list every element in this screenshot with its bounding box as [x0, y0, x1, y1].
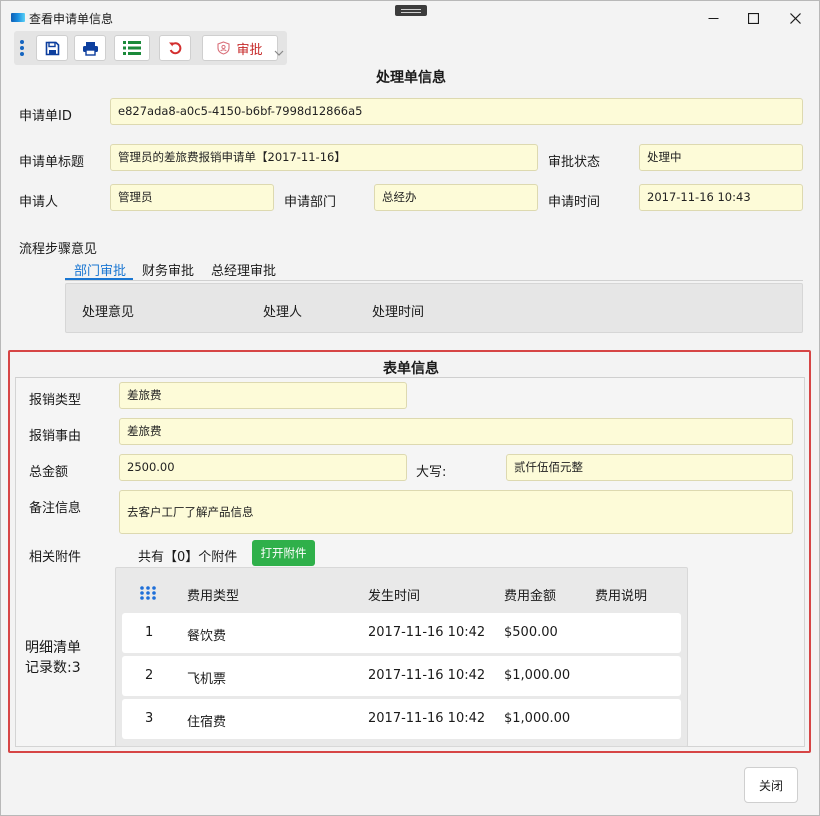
detail-list-label: 明细清单 记录数:3 — [25, 638, 81, 678]
note-label: 备注信息 — [29, 501, 82, 516]
request-id-label: 申请单ID — [19, 109, 72, 124]
request-title-field[interactable]: 管理员的差旅费报销申请单【2017-11-16】 — [110, 144, 538, 171]
status-label: 审批状态 — [548, 155, 601, 170]
row-amount: $1,000.00 — [504, 668, 571, 683]
tab-divider — [65, 280, 803, 281]
open-attachment-button[interactable]: 打开附件 — [252, 540, 315, 566]
drag-handle-icon[interactable] — [395, 5, 427, 16]
row-number: 2 — [145, 668, 154, 683]
row-time: 2017-11-16 10:42 — [368, 625, 486, 640]
column-opinion: 处理意见 — [82, 305, 135, 320]
active-tab-indicator — [65, 278, 133, 280]
row-time: 2017-11-16 10:42 — [368, 711, 486, 726]
amount-in-words-label: 大写: — [416, 465, 447, 480]
total-amount-field[interactable]: 2500.00 — [119, 454, 407, 481]
row-amount: $500.00 — [504, 625, 558, 640]
undo-icon — [168, 41, 181, 54]
more-vertical-icon[interactable] — [20, 40, 26, 58]
attachment-count: 共有【0】个附件 — [138, 550, 238, 565]
expense-reason-field[interactable]: 差旅费 — [119, 418, 793, 445]
grid-dots-icon[interactable] — [139, 585, 157, 601]
shield-user-icon — [217, 41, 231, 55]
toolbar: 审批 — [14, 31, 287, 65]
detail-column-amount: 费用金额 — [504, 589, 557, 604]
request-title-label: 申请单标题 — [19, 155, 85, 170]
detail-column-type: 费用类型 — [187, 589, 240, 604]
detail-record-count: 记录数:3 — [25, 660, 81, 676]
applicant-field[interactable]: 管理员 — [110, 184, 274, 211]
expense-type-label: 报销类型 — [29, 393, 82, 408]
minimize-icon — [708, 17, 718, 19]
request-time-label: 申请时间 — [548, 195, 601, 210]
approve-label: 审批 — [236, 42, 263, 58]
expense-type-field[interactable]: 差旅费 — [119, 382, 407, 409]
title-bar[interactable]: 查看申请单信息 — [1, 1, 819, 33]
maximize-icon — [747, 12, 759, 24]
status-field[interactable]: 处理中 — [639, 144, 803, 171]
tab-finance-approval[interactable]: 财务审批 — [142, 260, 194, 279]
dialog-window: 查看申请单信息 审批 处理单信息 申请单ID e827ada8-a0c5-415… — [0, 0, 820, 816]
table-row[interactable]: 1 餐饮费 2017-11-16 10:42 $500.00 — [122, 613, 681, 653]
list-button[interactable] — [114, 35, 150, 61]
close-icon — [789, 12, 801, 24]
column-handle-time: 处理时间 — [372, 305, 425, 320]
close-window-button[interactable] — [775, 5, 815, 31]
detail-list-title: 明细清单 — [25, 640, 81, 656]
list-icon — [123, 41, 141, 55]
flow-opinion-label: 流程步骤意见 — [19, 242, 98, 257]
opinion-table-header: 处理意见 处理人 处理时间 — [65, 283, 803, 333]
request-id-field[interactable]: e827ada8-a0c5-4150-b6bf-7998d12866a5 — [110, 98, 803, 125]
window-title: 查看申请单信息 — [29, 12, 114, 26]
column-handler: 处理人 — [263, 305, 303, 320]
attachment-label: 相关附件 — [29, 550, 82, 565]
row-time: 2017-11-16 10:42 — [368, 668, 486, 683]
table-row[interactable]: 2 飞机票 2017-11-16 10:42 $1,000.00 — [122, 656, 681, 696]
row-expense-type: 餐饮费 — [187, 629, 227, 644]
undo-button[interactable] — [159, 35, 191, 61]
close-button[interactable]: 关闭 — [744, 767, 798, 803]
app-icon — [11, 13, 25, 22]
row-number: 1 — [145, 625, 154, 640]
detail-column-description: 费用说明 — [595, 589, 648, 604]
toolbar-overflow-chevron-icon[interactable] — [274, 49, 284, 60]
total-amount-label: 总金额 — [29, 465, 69, 480]
department-field[interactable]: 总经办 — [374, 184, 538, 211]
row-expense-type: 住宿费 — [187, 715, 227, 730]
amount-in-words-field[interactable]: 贰仟伍佰元整 — [506, 454, 793, 481]
process-section-title: 处理单信息 — [376, 70, 446, 86]
expense-reason-label: 报销事由 — [29, 429, 82, 444]
note-field[interactable]: 去客户工厂了解产品信息 — [119, 490, 793, 534]
minimize-button[interactable] — [693, 5, 733, 31]
applicant-label: 申请人 — [19, 195, 59, 210]
tab-gm-approval[interactable]: 总经理审批 — [211, 260, 276, 279]
row-expense-type: 飞机票 — [187, 672, 227, 687]
form-section-title: 表单信息 — [383, 361, 439, 377]
row-number: 3 — [145, 711, 154, 726]
maximize-button[interactable] — [733, 5, 773, 31]
save-button[interactable] — [36, 35, 68, 61]
print-button[interactable] — [74, 35, 106, 61]
save-icon — [45, 41, 59, 55]
request-time-field[interactable]: 2017-11-16 10:43 — [639, 184, 803, 211]
table-row[interactable]: 3 住宿费 2017-11-16 10:42 $1,000.00 — [122, 699, 681, 739]
row-amount: $1,000.00 — [504, 711, 571, 726]
approve-button[interactable]: 审批 — [202, 35, 278, 61]
detail-column-time: 发生时间 — [368, 589, 421, 604]
print-icon — [82, 41, 98, 56]
department-label: 申请部门 — [284, 195, 337, 210]
tab-department-approval[interactable]: 部门审批 — [74, 260, 126, 279]
